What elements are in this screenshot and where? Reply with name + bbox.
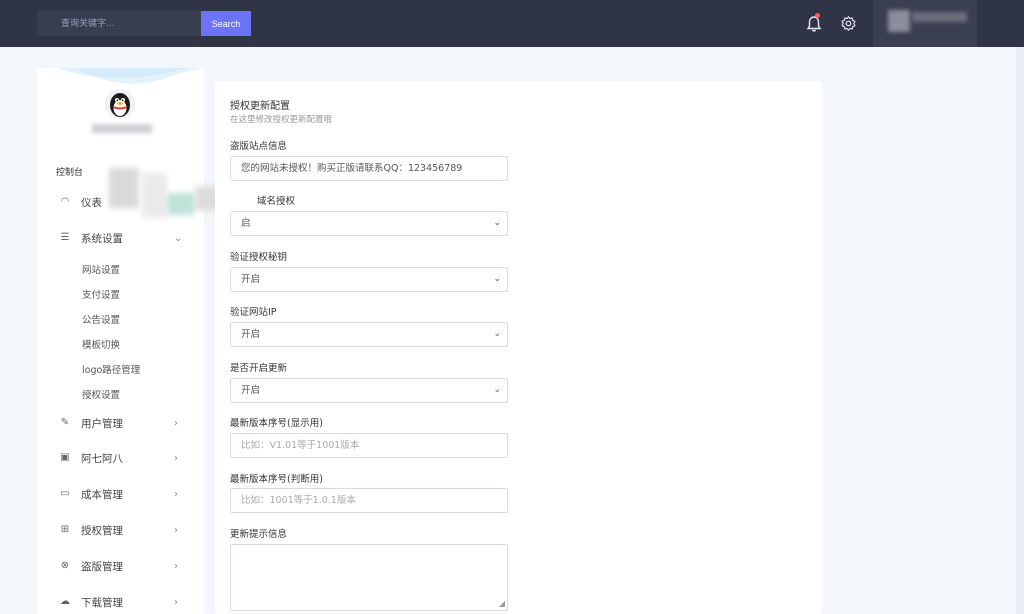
penguin-avatar-icon	[105, 89, 135, 119]
submenu-item-logo-path[interactable]: logo路径管理	[82, 362, 140, 376]
notification-dot	[815, 13, 820, 18]
select-value: 启	[241, 218, 251, 229]
submenu-item-site-settings[interactable]: 网站设置	[82, 262, 120, 276]
compare-version-input[interactable]	[230, 488, 508, 513]
sidebar-item-label: 下载管理	[81, 596, 123, 609]
panel-title: 授权更新配置	[230, 101, 290, 112]
sidebar-item-label: 授权管理	[81, 524, 123, 537]
bell-icon[interactable]	[806, 15, 822, 33]
display-version-input[interactable]	[230, 433, 508, 458]
sidebar-item-cost-management[interactable]: ▭ 成本管理 ›	[37, 481, 204, 507]
redacted-patch	[142, 173, 167, 218]
piracy-message-input[interactable]: 您的网站未授权！购买正版请联系QQ：123456789	[230, 156, 508, 181]
verify-ip-select[interactable]: 开启 ⌄	[230, 322, 508, 347]
chevron-right-icon: ›	[174, 417, 178, 429]
field-label: 最新版本序号(显示用)	[230, 418, 323, 429]
calendar-icon: ▣	[60, 452, 70, 463]
field-label: 域名授权	[257, 196, 296, 207]
submenu-item-notice-settings[interactable]: 公告设置	[82, 312, 120, 326]
chevron-right-icon: ›	[174, 488, 178, 500]
sidebar-item-label: 成本管理	[81, 488, 123, 501]
redacted-patch	[109, 168, 139, 208]
sidebar-item-piracy-management[interactable]: ⊗ 盗版管理 ›	[37, 553, 204, 579]
field-label: 验证网站IP	[230, 307, 277, 318]
resize-handle-icon[interactable]: ◢	[499, 600, 505, 608]
list-icon: ☰	[60, 232, 70, 243]
scrollbar[interactable]	[1016, 47, 1024, 614]
submenu-item-auth-settings[interactable]: 授权设置	[82, 387, 120, 401]
sidebar-item-aqiaba[interactable]: ▣ 阿七阿八 ›	[37, 445, 204, 471]
sidebar-item-user-management[interactable]: ✎ 用户管理 ›	[37, 410, 204, 436]
panel-subtitle: 在这里修改授权更新配置哦	[230, 115, 333, 125]
chevron-down-icon: ⌄	[493, 218, 501, 228]
chevron-right-icon: ›	[174, 596, 178, 608]
sidebar-item-license-management[interactable]: ⊞ 授权管理 ›	[37, 517, 204, 543]
select-value: 开启	[241, 274, 261, 285]
gear-icon[interactable]	[840, 15, 857, 32]
user-edit-icon: ✎	[60, 417, 70, 428]
field-label: 盗版站点信息	[230, 141, 288, 152]
sidebar-item-label: 阿七阿八	[81, 452, 123, 465]
gauge-icon: ◠	[60, 196, 70, 207]
select-value: 开启	[241, 329, 261, 340]
cloud-download-icon: ☁	[60, 596, 70, 607]
sidebar-item-system-settings[interactable]: ☰ 系统设置 ⌄	[37, 225, 204, 251]
field-label: 最新版本序号(判断用)	[230, 474, 323, 485]
wallet-icon: ▭	[60, 488, 70, 499]
sidebar-item-label: 仪表	[81, 196, 102, 209]
chevron-down-icon: ⌄	[493, 274, 501, 284]
submenu-item-template-switch[interactable]: 模板切换	[82, 337, 120, 351]
section-label: 控制台	[56, 168, 84, 178]
field-label: 更新提示信息	[230, 529, 288, 540]
enable-update-select[interactable]: 开启 ⌄	[230, 378, 508, 403]
update-message-textarea[interactable]: ◢	[230, 544, 508, 611]
chevron-right-icon: ›	[174, 560, 178, 572]
username-redacted	[92, 124, 152, 133]
close-circle-icon: ⊗	[60, 560, 70, 571]
search-input[interactable]	[37, 11, 201, 36]
grid-icon: ⊞	[60, 524, 70, 535]
submenu-item-payment-settings[interactable]: 支付设置	[82, 287, 120, 301]
user-name-redacted	[912, 12, 967, 22]
chevron-down-icon: ⌄	[493, 385, 501, 395]
sidebar: 控制台 ◠ 仪表 ☰ 系统设置 ⌄ 网站设置 支付设置 公告设置 模板切换 lo…	[37, 68, 225, 614]
chevron-right-icon: ›	[174, 524, 178, 536]
sidebar-item-label: 盗版管理	[81, 560, 123, 573]
avatar[interactable]	[105, 89, 135, 119]
field-label: 验证授权秘钥	[230, 252, 288, 263]
sidebar-item-label: 用户管理	[81, 417, 123, 430]
sidebar-item-label: 系统设置	[81, 232, 123, 245]
chevron-right-icon: ›	[174, 452, 178, 464]
search-button[interactable]: Search	[201, 11, 251, 36]
field-label: 是否开启更新	[230, 363, 288, 374]
verify-key-select[interactable]: 开启 ⌄	[230, 267, 508, 292]
settings-panel: 授权更新配置 在这里修改授权更新配置哦 盗版站点信息 您的网站未授权！购买正版请…	[215, 81, 822, 614]
sidebar-item-download-management[interactable]: ☁ 下载管理 ›	[37, 589, 204, 614]
chevron-down-icon: ⌄	[493, 329, 501, 339]
user-avatar	[888, 10, 910, 32]
select-value: 开启	[241, 385, 261, 396]
redacted-patch	[167, 193, 195, 215]
chevron-down-icon: ⌄	[174, 232, 183, 244]
domain-auth-select[interactable]: 启 ⌄	[230, 211, 508, 236]
